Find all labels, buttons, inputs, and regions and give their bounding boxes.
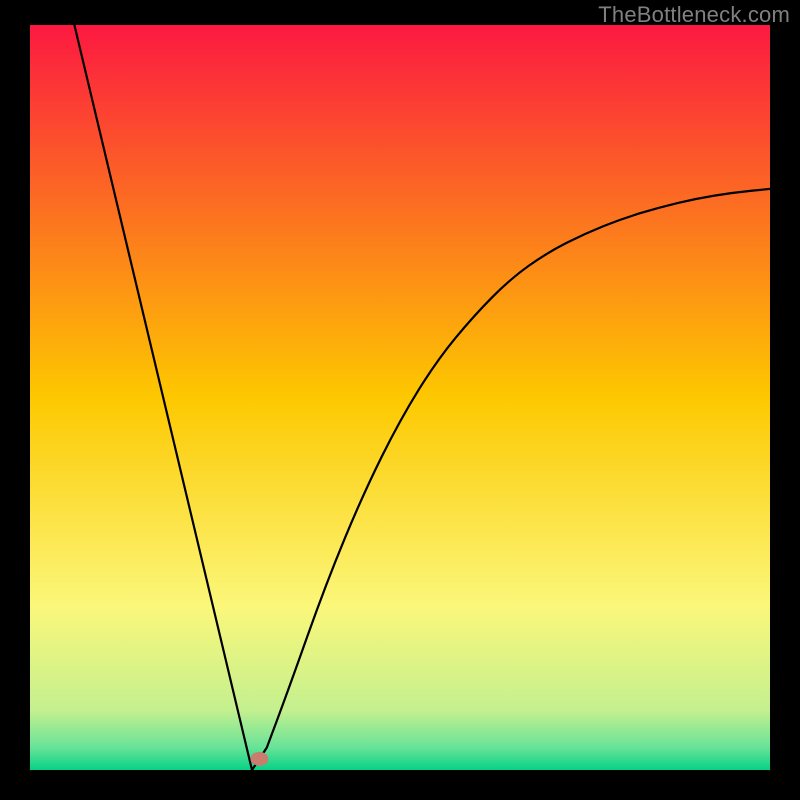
chart-container: TheBottleneck.com <box>0 0 800 800</box>
optimum-marker <box>250 752 268 766</box>
watermark-text: TheBottleneck.com <box>598 2 790 28</box>
plot-area <box>30 25 770 770</box>
bottleneck-chart <box>0 0 800 800</box>
